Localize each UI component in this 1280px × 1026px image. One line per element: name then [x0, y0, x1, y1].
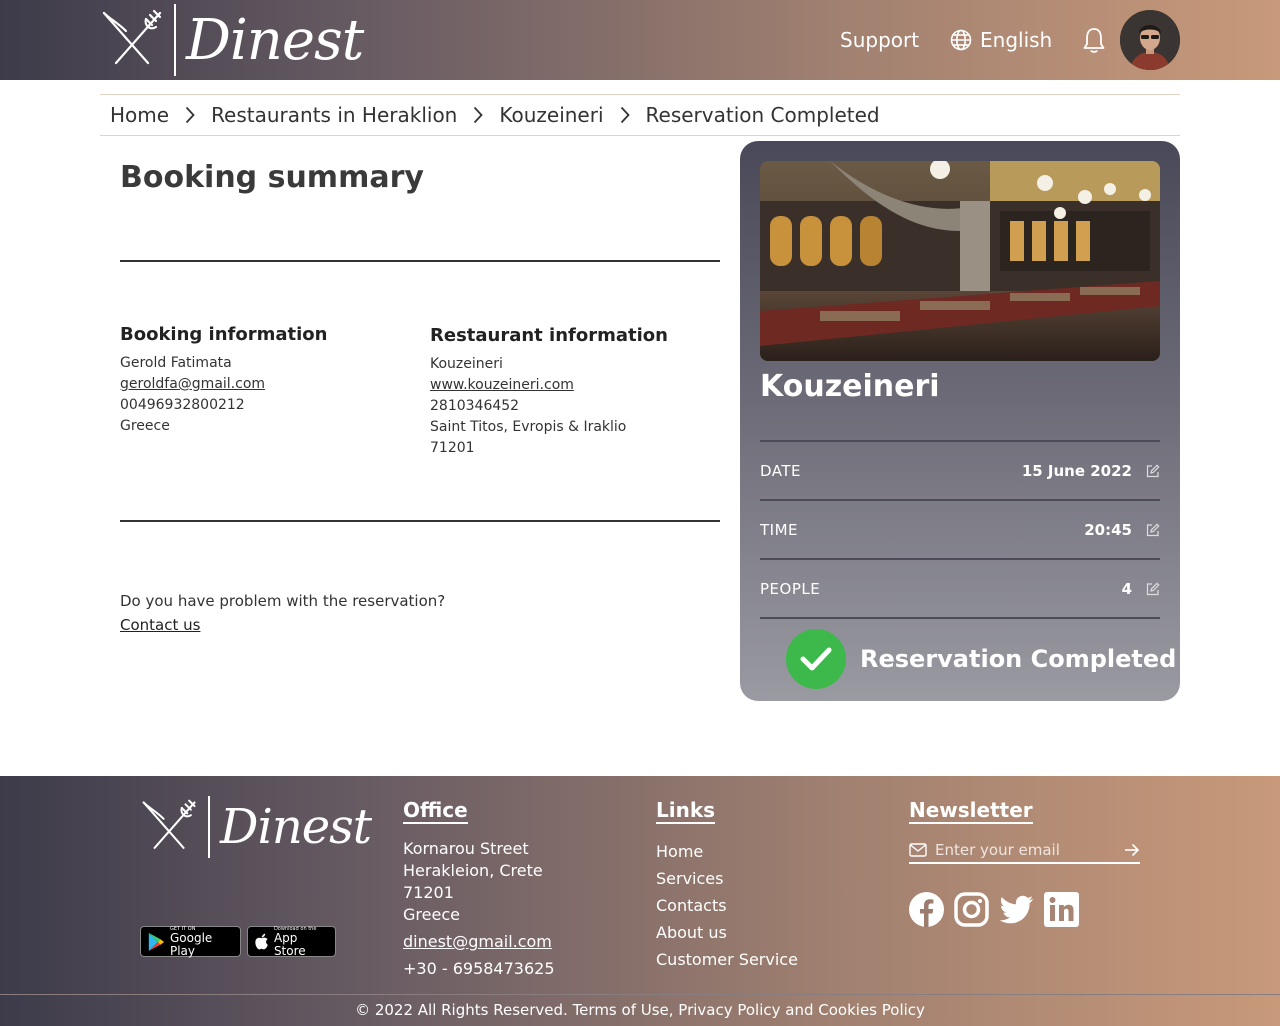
restaurant-info: Restaurant information Kouzeineri www.ko…	[430, 325, 668, 459]
office-country: Greece	[403, 905, 460, 924]
footer-divider	[0, 994, 1280, 995]
footer-link-contacts[interactable]: Contacts	[656, 892, 798, 919]
mail-icon	[909, 843, 927, 857]
app-store-badge[interactable]: Download on the App Store	[247, 926, 336, 957]
facebook-icon[interactable]	[909, 892, 944, 927]
footer-link-home[interactable]: Home	[656, 838, 798, 865]
footer-link-about[interactable]: About us	[656, 919, 798, 946]
support-prompt: Do you have problem with the reservation…	[120, 589, 445, 637]
time-label: TIME	[760, 520, 799, 539]
booking-info-heading: Booking information	[120, 324, 328, 345]
breadcrumb: Home Restaurants in Heraklion Kouzeineri…	[100, 94, 1180, 136]
footer-link-services[interactable]: Services	[656, 865, 798, 892]
language-label: English	[980, 28, 1053, 52]
check-circle-icon	[786, 629, 846, 689]
office-phone: +30 - 6958473625	[403, 959, 555, 978]
newsletter-heading: Newsletter	[909, 798, 1033, 824]
brand-logo[interactable]: Dinest	[100, 4, 364, 76]
date-value: 15 June 2022	[1021, 461, 1132, 480]
site-footer: Dinest GET IT ON Google Play Download on …	[0, 776, 1280, 1026]
google-play-icon	[148, 932, 165, 951]
footer-link-customer-service[interactable]: Customer Service	[656, 946, 798, 973]
google-play-big: Google Play	[169, 930, 213, 958]
chevron-right-icon	[620, 106, 630, 124]
office-postcode: 71201	[403, 883, 454, 902]
booking-info: Booking information Gerold Fatimata gero…	[120, 324, 327, 437]
copyright: © 2022 All Rights Reserved. Terms of Use…	[355, 1001, 925, 1019]
divider	[760, 617, 1160, 619]
logo-divider	[174, 4, 176, 76]
newsletter-placeholder[interactable]: Enter your email	[935, 841, 1116, 859]
user-avatar[interactable]	[1120, 10, 1180, 70]
restaurant-info-heading: Restaurant information	[430, 325, 668, 346]
arrow-right-icon[interactable]	[1124, 843, 1140, 857]
guest-email[interactable]: geroldfa@gmail.com	[120, 374, 327, 395]
time-value: 20:45	[1084, 520, 1132, 539]
newsletter-column: Newsletter	[909, 798, 1033, 838]
breadcrumb-restaurants[interactable]: Restaurants in Heraklion	[211, 103, 457, 127]
language-selector[interactable]: English	[950, 28, 1052, 52]
date-label: DATE	[760, 461, 802, 480]
logo-divider	[208, 796, 210, 858]
divider	[120, 520, 720, 522]
app-store-big: App Store	[273, 930, 306, 958]
linkedin-icon[interactable]	[1044, 892, 1079, 927]
contact-us-link[interactable]: Contact us	[120, 613, 445, 637]
nav-support-link[interactable]: Support	[840, 28, 919, 52]
restaurant-website[interactable]: www.kouzeineri.com	[430, 375, 668, 396]
newsletter-field[interactable]: Enter your email	[909, 838, 1140, 864]
guest-country: Greece	[120, 418, 170, 434]
time-row: TIME 20:45	[760, 499, 1160, 558]
problem-text: Do you have problem with the reservation…	[120, 592, 446, 610]
brand-name: Dinest	[186, 7, 364, 73]
social-links	[909, 892, 1079, 927]
google-play-badge[interactable]: GET IT ON Google Play	[140, 926, 241, 957]
restaurant-postcode: 71201	[430, 440, 475, 456]
office-column: Office Kornarou Street Herakleion, Crete…	[403, 798, 555, 980]
breadcrumb-current: Reservation Completed	[645, 103, 880, 127]
office-city: Herakleion, Crete	[403, 861, 543, 880]
guest-phone: 00496932800212	[120, 397, 245, 413]
site-header: Dinest Support English	[0, 0, 1280, 80]
links-heading: Links	[656, 798, 716, 824]
cutlery-icon	[142, 799, 196, 849]
cutlery-icon	[102, 9, 162, 65]
restaurant-name: Kouzeineri	[430, 356, 503, 372]
restaurant-phone: 2810346452	[430, 398, 520, 414]
guest-name: Gerold Fatimata	[120, 355, 232, 371]
bell-icon[interactable]	[1082, 26, 1106, 54]
reservation-card: Kouzeineri DATE 15 June 2022 TIME 20:45 …	[740, 141, 1180, 701]
status-text: Reservation Completed	[860, 645, 1177, 673]
chevron-right-icon	[473, 106, 484, 124]
restaurant-address: Saint Titos, Evropis & Iraklio	[430, 419, 627, 435]
instagram-icon[interactable]	[954, 892, 989, 927]
footer-brand-name: Dinest	[220, 799, 372, 855]
twitter-icon[interactable]	[999, 892, 1034, 927]
card-restaurant-name: Kouzeineri	[760, 369, 940, 404]
office-street: Kornarou Street	[403, 839, 529, 858]
links-column: Links Home Services Contacts About us Cu…	[656, 798, 798, 973]
breadcrumb-home[interactable]: Home	[110, 103, 169, 127]
edit-icon[interactable]	[1146, 463, 1160, 478]
people-row: PEOPLE 4	[760, 558, 1160, 617]
chevron-right-icon	[185, 106, 195, 124]
office-email[interactable]: dinest@gmail.com	[403, 931, 555, 953]
breadcrumb-restaurant[interactable]: Kouzeineri	[499, 103, 603, 127]
footer-logo[interactable]: Dinest	[140, 796, 372, 858]
app-store-badges: GET IT ON Google Play Download on the App …	[140, 926, 336, 957]
date-row: DATE 15 June 2022	[760, 440, 1160, 499]
page-title: Booking summary	[120, 160, 424, 195]
people-label: PEOPLE	[760, 579, 821, 598]
office-heading: Office	[403, 798, 468, 824]
edit-icon[interactable]	[1146, 581, 1160, 596]
people-value: 4	[1121, 579, 1132, 598]
globe-icon	[950, 29, 972, 51]
divider	[120, 260, 720, 262]
restaurant-photo	[760, 161, 1160, 361]
edit-icon[interactable]	[1146, 522, 1160, 537]
reservation-status: Reservation Completed	[786, 629, 1176, 689]
apple-icon	[255, 933, 268, 950]
